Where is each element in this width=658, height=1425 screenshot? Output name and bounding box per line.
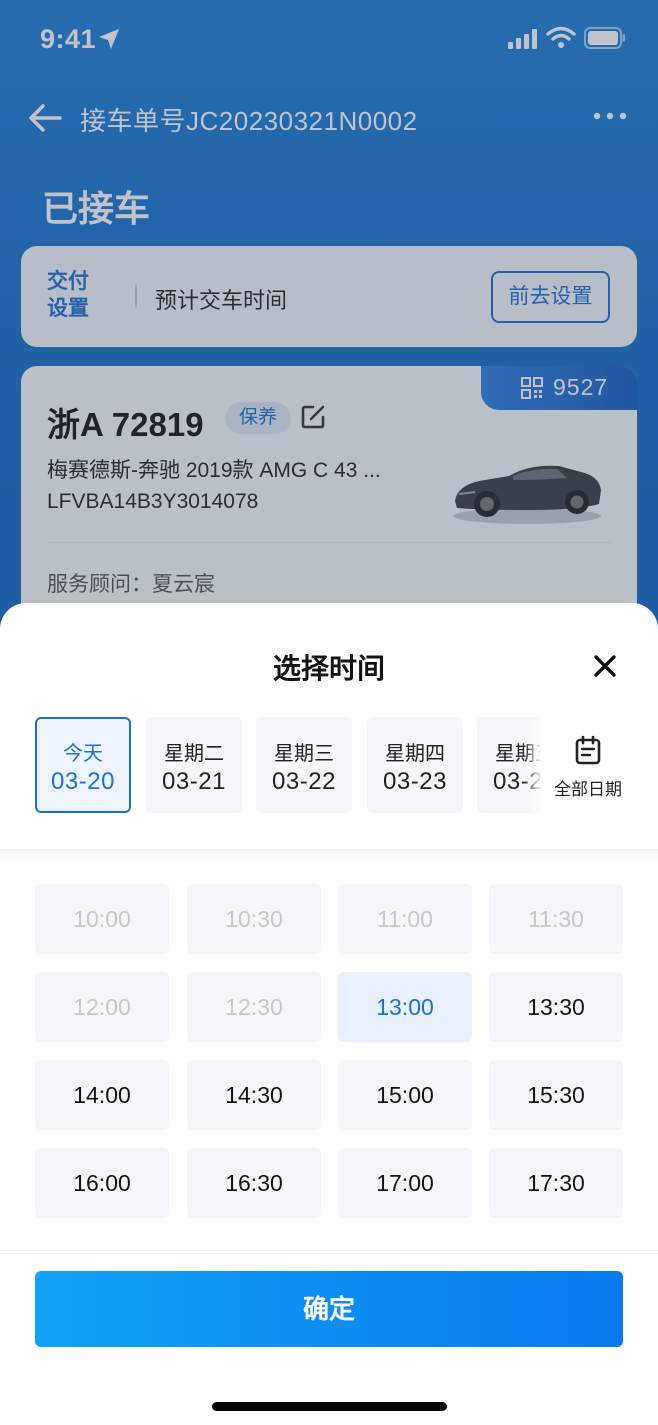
time-slot[interactable]: 16:30 bbox=[187, 1148, 321, 1218]
time-slot: 12:30 bbox=[187, 972, 321, 1042]
time-slot[interactable]: 15:30 bbox=[489, 1060, 623, 1130]
close-icon[interactable] bbox=[592, 653, 618, 679]
time-slot: 11:30 bbox=[489, 884, 623, 954]
date-day: 03-21 bbox=[162, 768, 226, 795]
date-weekday: 星期二 bbox=[164, 743, 224, 765]
time-slot[interactable]: 13:30 bbox=[489, 972, 623, 1042]
all-dates-label: 全部日期 bbox=[554, 780, 622, 799]
date-day: 03-24 bbox=[493, 768, 540, 795]
date-item[interactable]: 星期五 03-24 bbox=[477, 717, 540, 813]
date-weekday: 星期五 bbox=[495, 743, 540, 765]
time-slot[interactable]: 15:00 bbox=[338, 1060, 472, 1130]
time-slot[interactable]: 16:00 bbox=[35, 1148, 169, 1218]
all-dates-button[interactable]: 全部日期 bbox=[540, 717, 636, 815]
time-slot[interactable]: 17:00 bbox=[338, 1148, 472, 1218]
sheet-title: 选择时间 bbox=[272, 653, 385, 684]
date-weekday: 星期三 bbox=[274, 743, 334, 765]
calendar-icon bbox=[575, 735, 601, 765]
date-weekday: 今天 bbox=[63, 743, 103, 765]
time-picker-sheet: 选择时间 今天 03-20 星期二 03-21 星期三 03-22 星期四 03… bbox=[0, 603, 658, 1425]
time-slot[interactable]: 14:30 bbox=[187, 1060, 321, 1130]
date-day: 03-23 bbox=[383, 768, 447, 795]
date-day: 03-22 bbox=[272, 768, 336, 795]
date-item[interactable]: 星期二 03-21 bbox=[146, 717, 242, 813]
date-selector: 今天 03-20 星期二 03-21 星期三 03-22 星期四 03-23 星… bbox=[0, 717, 540, 815]
date-item[interactable]: 星期三 03-22 bbox=[256, 717, 352, 813]
time-slot[interactable]: 17:30 bbox=[489, 1148, 623, 1218]
date-item[interactable]: 星期四 03-23 bbox=[367, 717, 463, 813]
time-slot[interactable]: 14:00 bbox=[35, 1060, 169, 1130]
time-slot-selected[interactable]: 13:00 bbox=[338, 972, 472, 1042]
divider bbox=[0, 1253, 658, 1254]
confirm-button[interactable]: 确定 bbox=[35, 1271, 623, 1347]
date-day: 03-20 bbox=[51, 768, 115, 795]
date-weekday: 星期四 bbox=[385, 743, 445, 765]
time-slot: 11:00 bbox=[338, 884, 472, 954]
time-slot: 10:00 bbox=[35, 884, 169, 954]
time-slot: 12:00 bbox=[35, 972, 169, 1042]
divider bbox=[0, 849, 658, 859]
date-item-today[interactable]: 今天 03-20 bbox=[35, 717, 131, 813]
home-indicator bbox=[212, 1402, 447, 1411]
time-slot: 10:30 bbox=[187, 884, 321, 954]
